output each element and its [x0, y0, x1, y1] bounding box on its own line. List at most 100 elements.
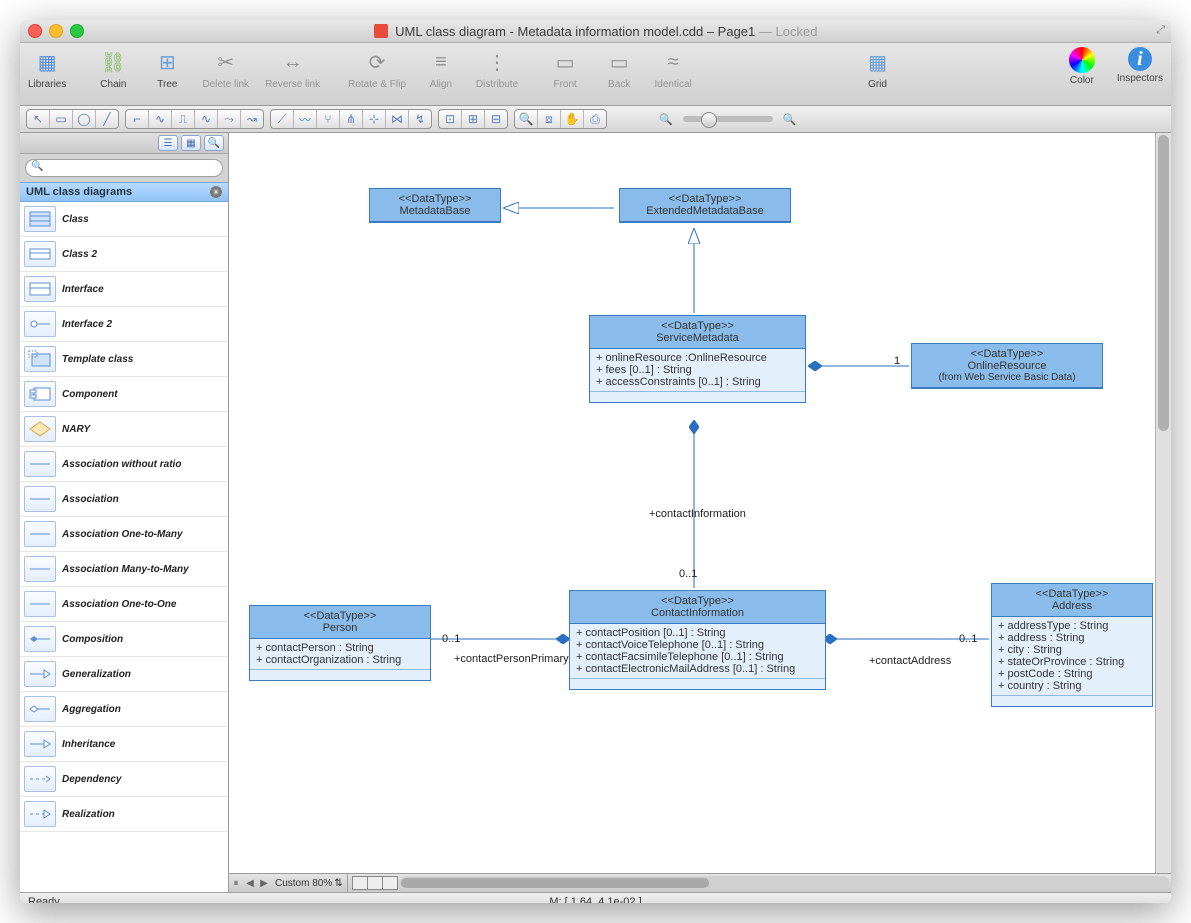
path-5[interactable]: ⊹	[363, 110, 386, 128]
connector-2[interactable]: ∿	[149, 110, 172, 128]
zoom-tool[interactable]: 🔍	[515, 110, 538, 128]
shape-item[interactable]: Aggregation	[20, 692, 228, 727]
shape-item[interactable]: Association	[20, 482, 228, 517]
rotate-flip-button[interactable]: ⟳Rotate & Flip	[348, 47, 406, 90]
view-list-icon[interactable]: ☰	[158, 135, 178, 151]
pause-icon[interactable]: ⏸	[229, 876, 243, 890]
canvas-area[interactable]: <<DataType>>MetadataBase <<DataType>>Ext…	[229, 133, 1171, 892]
group-1[interactable]: ⊡	[439, 110, 462, 128]
shape-item[interactable]: Dependency	[20, 762, 228, 797]
tree-button[interactable]: ⊞Tree	[148, 47, 186, 90]
grid-button[interactable]: ▦Grid	[859, 47, 897, 90]
label-contactaddress: +contactAddress	[869, 655, 951, 667]
group-tools-group: ⊡ ⊞ ⊟	[438, 109, 508, 129]
class-metadatabase[interactable]: <<DataType>>MetadataBase	[369, 188, 501, 223]
line-tool[interactable]: ╱	[96, 110, 118, 128]
shape-item[interactable]: Class	[20, 202, 228, 237]
connector-1[interactable]: ⌐	[126, 110, 149, 128]
shape-item[interactable]: Generalization	[20, 657, 228, 692]
shape-item[interactable]: Composition	[20, 622, 228, 657]
color-button[interactable]: Color	[1063, 47, 1101, 86]
pointer-tool[interactable]: ↖	[27, 110, 50, 128]
group-2[interactable]: ⊞	[462, 110, 485, 128]
class-extendedmetadatabase[interactable]: <<DataType>>ExtendedMetadataBase	[619, 188, 791, 223]
view-search-icon[interactable]: 🔍	[204, 135, 224, 151]
view-grid-icon[interactable]: ▦	[181, 135, 201, 151]
zoom-area-tool[interactable]: ⧈	[538, 110, 561, 128]
path-2[interactable]: 〰	[294, 110, 317, 128]
front-button[interactable]: ▭Front	[546, 47, 584, 90]
canvas-hscrollbar[interactable]	[399, 876, 1169, 890]
shape-item[interactable]: Association Many-to-Many	[20, 552, 228, 587]
rect-tool[interactable]: ▭	[50, 110, 73, 128]
shape-label: Association One-to-Many	[62, 529, 183, 540]
shape-item[interactable]: Template class	[20, 342, 228, 377]
shape-list[interactable]: ClassClass 2 Interface Interface 2 Template…	[20, 202, 228, 892]
identical-button[interactable]: ≈Identical	[654, 47, 692, 90]
class-address[interactable]: <<DataType>>Address + addressType : Stri…	[991, 583, 1153, 707]
status-ready: Ready	[28, 896, 60, 903]
group-3[interactable]: ⊟	[485, 110, 507, 128]
connector-5[interactable]: ⤳	[218, 110, 241, 128]
shape-item[interactable]: Association without ratio	[20, 447, 228, 482]
chain-button[interactable]: ⛓Chain	[94, 47, 132, 90]
prev-page-icon[interactable]: ◀	[243, 876, 257, 890]
page-tab[interactable]	[352, 876, 368, 890]
shape-thumb-icon	[24, 801, 56, 827]
shape-item[interactable]: Interface	[20, 272, 228, 307]
page-tabs[interactable]	[352, 876, 397, 890]
connector-3[interactable]: ⎍	[172, 110, 195, 128]
shape-item[interactable]: Realization	[20, 797, 228, 832]
zoom-out-icon[interactable]: 🔍	[659, 113, 673, 126]
print-tool[interactable]: ⎙	[584, 110, 606, 128]
fullscreen-icon[interactable]: ⤢	[1156, 24, 1165, 37]
shape-label: Interface	[62, 284, 104, 295]
shape-item[interactable]: Inheritance	[20, 727, 228, 762]
connector-4[interactable]: ∿	[195, 110, 218, 128]
class-onlineresource[interactable]: <<DataType>>OnlineResource(from Web Serv…	[911, 343, 1103, 389]
inspectors-button[interactable]: iInspectors	[1117, 47, 1163, 86]
path-1[interactable]: ⟋	[271, 110, 294, 128]
libraries-button[interactable]: ▦Libraries	[28, 47, 66, 90]
zoom-stepper-icon[interactable]: ⇅	[334, 878, 342, 889]
connector-6[interactable]: ↝	[241, 110, 263, 128]
shape-label: Template class	[62, 354, 133, 365]
next-page-icon[interactable]: ▶	[257, 876, 271, 890]
canvas-vscrollbar[interactable]	[1155, 133, 1171, 874]
page-tab[interactable]	[367, 876, 383, 890]
shape-thumb-icon	[24, 591, 56, 617]
zoom-in-icon[interactable]: 🔍	[783, 113, 797, 126]
category-close-icon[interactable]: ×	[210, 186, 222, 198]
path-6[interactable]: ⋈	[386, 110, 409, 128]
page-tab[interactable]	[382, 876, 398, 890]
diagram-canvas[interactable]: <<DataType>>MetadataBase <<DataType>>Ext…	[229, 133, 1171, 892]
shape-category-header[interactable]: UML class diagrams ×	[20, 182, 228, 202]
shape-label: Aggregation	[62, 704, 121, 715]
sidebar: ☰ ▦ 🔍 UML class diagrams × ClassClass 2 I…	[20, 133, 229, 892]
zoom-slider[interactable]	[683, 116, 773, 122]
shape-thumb-icon	[24, 556, 56, 582]
shape-label: Interface 2	[62, 319, 112, 330]
sidebar-search-input[interactable]	[25, 159, 223, 177]
shape-item[interactable]: Class 2	[20, 237, 228, 272]
path-7[interactable]: ↯	[409, 110, 431, 128]
align-button[interactable]: ≡Align	[422, 47, 460, 90]
delete-link-button[interactable]: ✂Delete link	[202, 47, 249, 90]
shape-item[interactable]: Interface 2	[20, 307, 228, 342]
back-button[interactable]: ▭Back	[600, 47, 638, 90]
class-contactinformation[interactable]: <<DataType>>ContactInformation + contact…	[569, 590, 826, 690]
reverse-link-button[interactable]: ↔Reverse link	[265, 47, 320, 90]
selection-tools-group: ↖ ▭ ◯ ╱	[26, 109, 119, 129]
class-person[interactable]: <<DataType>>Person + contactPerson : Str…	[249, 605, 431, 681]
toolbar-group-left: ▦Libraries	[28, 47, 66, 90]
shape-item[interactable]: NARY	[20, 412, 228, 447]
path-3[interactable]: ⑂	[317, 110, 340, 128]
ellipse-tool[interactable]: ◯	[73, 110, 96, 128]
pan-tool[interactable]: ✋	[561, 110, 584, 128]
path-4[interactable]: ⋔	[340, 110, 363, 128]
shape-item[interactable]: Component	[20, 377, 228, 412]
shape-item[interactable]: Association One-to-Many	[20, 517, 228, 552]
class-servicemetadata[interactable]: <<DataType>>ServiceMetadata + onlineReso…	[589, 315, 806, 403]
shape-item[interactable]: Association One-to-One	[20, 587, 228, 622]
distribute-button[interactable]: ⋮Distribute	[476, 47, 518, 90]
